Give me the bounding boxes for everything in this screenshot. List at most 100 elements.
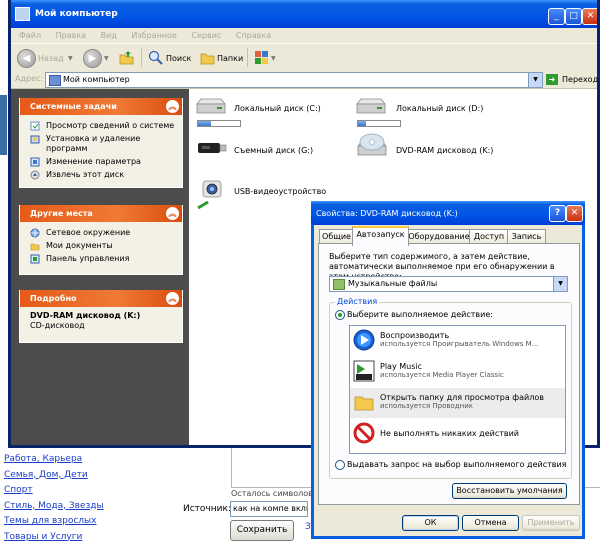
- web-source-input[interactable]: как на компе вклю: [230, 501, 308, 517]
- close-button[interactable]: ✕: [582, 8, 599, 25]
- action-open-folder[interactable]: Открыть папку для просмотра файлов испол…: [350, 388, 565, 418]
- properties-dialog: Свойства: DVD-RAM дисковод (K:) ? ✕ Общи…: [311, 201, 585, 539]
- address-input[interactable]: Мой компьютер ▼: [45, 72, 543, 88]
- radio-select-action-label[interactable]: Выберите выполняемое действие:: [347, 310, 493, 319]
- web-category-links: Работа, Карьера Семья, Дом, Дети Спорт С…: [4, 452, 124, 545]
- go-button[interactable]: Переход: [562, 75, 598, 84]
- web-source-label: Источник:: [183, 504, 231, 514]
- task-view-system-info[interactable]: Просмотр сведений о системе: [30, 121, 178, 131]
- minimize-button[interactable]: _: [548, 8, 565, 25]
- radio-select-action[interactable]: [335, 310, 345, 320]
- action-play-mpc[interactable]: Play Music используется Media Player Cla…: [350, 357, 565, 387]
- tab-recording[interactable]: Запись: [507, 229, 546, 244]
- details-drive-type: CD-дисковод: [30, 321, 178, 330]
- folder-up-icon[interactable]: [119, 50, 134, 65]
- menu-favorites[interactable]: Избранное: [131, 28, 176, 43]
- place-control-panel[interactable]: Панель управления: [30, 254, 178, 264]
- drive-d-usage-bar: [357, 120, 401, 127]
- tab-general[interactable]: Общие: [319, 229, 354, 244]
- tab-autoplay[interactable]: Автозапуск: [352, 226, 409, 246]
- web-link[interactable]: Темы для взрослых: [4, 514, 124, 530]
- music-file-icon: [333, 279, 345, 290]
- panel-header[interactable]: Подробно︽: [20, 290, 182, 307]
- web-link[interactable]: Спорт: [4, 483, 124, 499]
- web-link[interactable]: Товары и Услуги: [4, 530, 124, 545]
- radio-prompt-action-label[interactable]: Выдавать запрос на выбор выполняемого де…: [347, 460, 566, 469]
- folder-icon: [353, 391, 375, 413]
- folders-button-label[interactable]: Папки: [217, 54, 243, 63]
- radio-prompt-action[interactable]: [335, 460, 345, 470]
- action-play-wmp[interactable]: Воспроизводить используется Проигрывател…: [350, 326, 565, 356]
- programs-icon: [30, 134, 40, 144]
- media-player-classic-icon: [353, 360, 375, 382]
- web-link[interactable]: Семья, Дом, Дети: [4, 468, 124, 484]
- web-link-fragment[interactable]: З: [305, 522, 311, 532]
- eject-icon: [30, 170, 40, 180]
- webcam-icon: [194, 178, 228, 214]
- action-take-no-action[interactable]: Не выполнять никаких действий: [350, 419, 565, 449]
- search-button-label[interactable]: Поиск: [166, 54, 191, 63]
- chevron-up-icon[interactable]: ︽: [166, 100, 179, 113]
- maximize-button[interactable]: □: [565, 8, 582, 25]
- dvd-drive-icon: [354, 132, 390, 164]
- menu-view[interactable]: Вид: [101, 28, 117, 43]
- action-list[interactable]: Воспроизводить используется Проигрывател…: [349, 325, 566, 454]
- folders-icon[interactable]: [200, 50, 215, 65]
- cancel-button[interactable]: Отмена: [462, 515, 519, 531]
- task-change-setting[interactable]: Изменение параметра: [30, 157, 178, 167]
- address-bar: Адрес: Мой компьютер ▼ ➜ Переход: [11, 71, 597, 89]
- back-arrow-icon[interactable]: ◀: [17, 49, 36, 68]
- place-network[interactable]: Сетевое окружение: [30, 228, 178, 238]
- title-bar[interactable]: Мой компьютер _ □ ✕: [11, 0, 597, 28]
- toolbar: ◀ Назад ▼ ▶ ▼ Поиск Папки ▼: [11, 43, 597, 72]
- chevron-down-icon[interactable]: ▼: [553, 277, 567, 291]
- go-arrow-icon[interactable]: ➜: [546, 74, 558, 85]
- help-button[interactable]: ?: [549, 205, 566, 222]
- computer-icon: [15, 7, 30, 21]
- web-save-button[interactable]: Сохранить: [230, 520, 294, 541]
- dialog-title-bar[interactable]: Свойства: DVD-RAM дисковод (K:) ? ✕: [311, 201, 585, 225]
- computer-icon: [49, 75, 61, 86]
- drive-c-usage-bar: [197, 120, 241, 127]
- web-link[interactable]: Стиль, Мода, Звезды: [4, 499, 124, 515]
- chevron-down-icon[interactable]: ▼: [68, 55, 73, 62]
- folder-icon: [30, 241, 40, 251]
- chevron-up-icon[interactable]: ︽: [166, 207, 179, 220]
- other-places-panel: Другие места︽ Сетевое окружение Мои доку…: [19, 205, 183, 275]
- details-panel: Подробно︽ DVD-RAM дисковод (K:) CD-диско…: [19, 290, 183, 343]
- tab-sharing[interactable]: Доступ: [469, 229, 509, 244]
- dialog-close-button[interactable]: ✕: [566, 205, 583, 222]
- chevron-up-icon[interactable]: ︽: [166, 292, 179, 305]
- content-type-select[interactable]: Музыкальные файлы ▼: [329, 276, 568, 292]
- menu-help[interactable]: Справка: [236, 28, 271, 43]
- control-panel-icon: [30, 254, 40, 264]
- search-icon[interactable]: [148, 50, 163, 65]
- ok-button[interactable]: ОК: [402, 515, 459, 531]
- restore-defaults-button[interactable]: Восстановить умолчания: [452, 483, 567, 499]
- tab-hardware[interactable]: Оборудование: [407, 229, 471, 244]
- dialog-title: Свойства: DVD-RAM дисковод (K:): [316, 209, 458, 218]
- menu-tools[interactable]: Сервис: [191, 28, 221, 43]
- task-pane: Системные задачи︽ Просмотр сведений о си…: [11, 89, 189, 448]
- no-action-icon: [353, 422, 375, 444]
- panel-header[interactable]: Системные задачи︽: [20, 98, 182, 115]
- menu-file[interactable]: Файл: [19, 28, 41, 43]
- menu-edit[interactable]: Правка: [56, 28, 86, 43]
- chevron-down-icon[interactable]: ▼: [528, 73, 542, 87]
- views-icon[interactable]: [254, 50, 269, 65]
- system-tasks-panel: Системные задачи︽ Просмотр сведений о си…: [19, 98, 183, 188]
- back-button-label[interactable]: Назад: [38, 54, 64, 63]
- apply-button[interactable]: Применить: [522, 515, 580, 531]
- forward-arrow-icon[interactable]: ▶: [83, 49, 102, 68]
- chevron-down-icon[interactable]: ▼: [271, 55, 276, 62]
- place-my-documents[interactable]: Мои документы: [30, 241, 178, 251]
- drive-d-usage-fill: [358, 121, 366, 126]
- task-add-remove-programs[interactable]: Установка и удаление программ: [30, 134, 178, 154]
- menu-bar: Файл Правка Вид Избранное Сервис Справка: [11, 28, 597, 43]
- web-link[interactable]: Работа, Карьера: [4, 452, 124, 468]
- task-eject-disk[interactable]: Извлечь этот диск: [30, 170, 178, 180]
- windows-media-player-icon: [353, 329, 375, 351]
- chevron-down-icon[interactable]: ▼: [104, 55, 109, 62]
- panel-header[interactable]: Другие места︽: [20, 205, 182, 222]
- address-label: Адрес:: [15, 74, 43, 83]
